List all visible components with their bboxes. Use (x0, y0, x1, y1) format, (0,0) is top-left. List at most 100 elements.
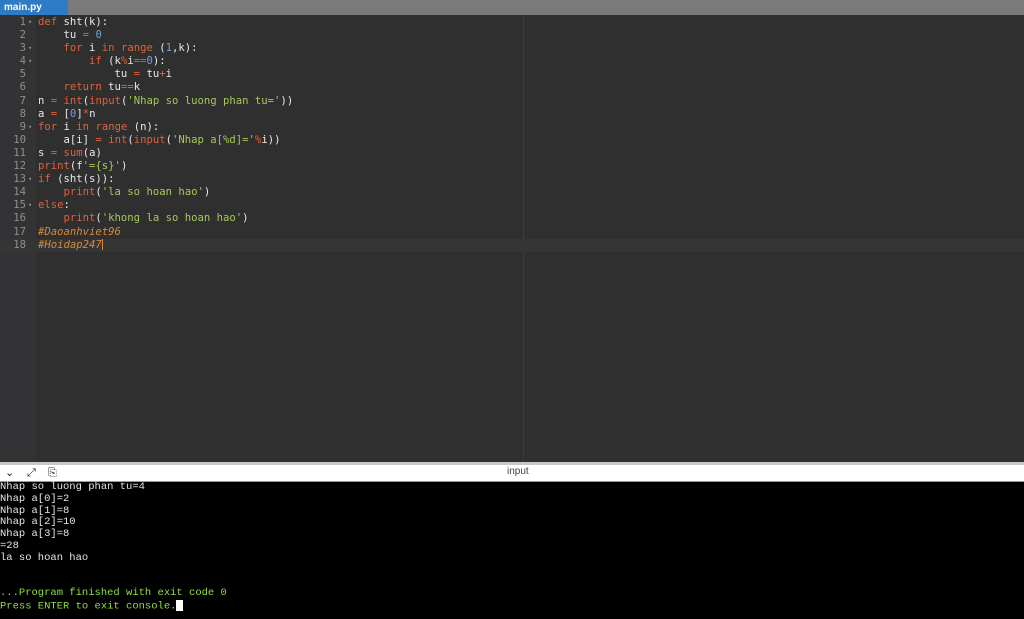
code-token: #Hoidap247 (38, 238, 102, 251)
fold-toggle-icon[interactable]: ▾ (28, 199, 32, 212)
code-text: for i in range (1,k): (38, 42, 198, 55)
code-token: s (38, 146, 51, 159)
line-number: 12 (13, 160, 26, 173)
code-token: i (165, 68, 172, 81)
line-number: 7 (19, 94, 26, 107)
code-token: : (63, 199, 70, 212)
fold-toggle-icon[interactable]: ▾ (28, 16, 32, 29)
code-token: tu (38, 29, 83, 42)
code-line[interactable]: 12 print(f'={s}') (0, 160, 1024, 173)
code-text: else: (38, 199, 70, 212)
copy-icon[interactable]: ⎘ (48, 466, 57, 480)
code-token: ( (152, 42, 166, 55)
code-line[interactable]: 3 ▾ for i in range (1,k): (0, 42, 1024, 55)
code-token: int (108, 133, 128, 146)
code-token: n (89, 107, 96, 120)
code-line[interactable]: 1 ▾ def sht(k): (0, 16, 1024, 29)
tab-main-py[interactable]: main.py (0, 0, 68, 15)
code-line[interactable]: 18 #Hoidap247 (0, 238, 1024, 252)
line-number: 8 (19, 107, 26, 120)
fold-toggle-icon[interactable]: ▾ (28, 121, 32, 134)
code-line[interactable]: 17 #Daoanhviet96 (0, 226, 1024, 239)
code-line[interactable]: 13 ▾ if (sht(s)): (0, 173, 1024, 186)
code-token: i (57, 120, 77, 133)
code-line[interactable]: 10 a[i] = int(input('Nhap a[%d]='%i)) (0, 134, 1024, 147)
fold-toggle-icon[interactable]: ▾ (28, 55, 32, 68)
code-token: int (63, 94, 83, 107)
code-token: n (38, 94, 51, 107)
code-line[interactable]: 14 print('la so hoan hao') (0, 186, 1024, 199)
code-token: k (133, 81, 141, 94)
line-number: 5 (19, 68, 26, 81)
code-lines[interactable]: 1 ▾ def sht(k): 2 tu = 0 3 ▾ for i in range (… (0, 16, 1024, 252)
code-text: #Daoanhviet96 (38, 226, 121, 239)
code-token: [ (57, 107, 70, 120)
code-text: print('la so hoan hao') (38, 186, 211, 199)
code-token: ) (242, 212, 249, 225)
code-line[interactable]: 9 ▾ for i in range (n): (0, 121, 1024, 134)
code-line[interactable]: 5 tu = tu+i (0, 68, 1024, 81)
code-token: a (38, 107, 51, 120)
code-token: for (63, 42, 83, 55)
code-line[interactable]: 16 print('khong la so hoan hao') (0, 212, 1024, 225)
collapse-chevron-icon[interactable]: ⌄ (5, 466, 14, 479)
code-text: a = [0]*n (38, 108, 95, 121)
code-line[interactable]: 15 ▾ else: (0, 199, 1024, 212)
code-line[interactable]: 11 s = sum(a) (0, 147, 1024, 160)
code-line[interactable]: 8 a = [0]*n (0, 108, 1024, 121)
code-token: ) (120, 160, 128, 173)
line-number: 1 (19, 16, 26, 28)
line-number: 2 (19, 29, 26, 42)
text-cursor (101, 239, 103, 251)
code-token: tu (101, 81, 121, 94)
code-text: tu = tu+i (38, 68, 172, 81)
code-text: tu = 0 (38, 29, 102, 42)
console-output[interactable]: Nhap so luong phan tu=4 Nhap a[0]=2 Nhap a… (0, 481, 1024, 619)
code-token: 'la so hoan hao' (101, 186, 204, 199)
line-number: 16 (13, 212, 26, 225)
code-text: a[i] = int(input('Nhap a[%d]='%i)) (38, 133, 281, 147)
code-token: ,k): (172, 42, 198, 55)
code-editor[interactable]: 1 ▾ def sht(k): 2 tu = 0 3 ▾ for i in range (… (0, 15, 1024, 462)
line-number: 14 (13, 186, 26, 199)
code-line[interactable]: 6 return tu==k (0, 81, 1024, 94)
fold-toggle-icon[interactable]: ▾ (28, 42, 32, 55)
code-token: in (76, 120, 90, 133)
console-line: Nhap a[2]=10 (0, 516, 76, 529)
code-token: return (63, 81, 102, 94)
code-token: def (38, 16, 58, 28)
console-line: =28 (0, 539, 19, 552)
line-number: 9 (19, 120, 26, 133)
code-token: (a) (82, 146, 102, 159)
code-line[interactable]: 4 ▾ if (k%i==0): (0, 55, 1024, 68)
line-number: 17 (13, 225, 26, 238)
console-line: la so hoan hao (0, 551, 89, 564)
code-text: def sht(k): (38, 16, 108, 29)
fold-toggle-icon[interactable]: ▾ (28, 173, 32, 186)
code-token: range (120, 42, 153, 55)
code-text: return tu==k (38, 81, 141, 94)
code-token: for (38, 120, 58, 133)
code-line[interactable]: 7 n = int(input('Nhap so luong phan tu=')… (0, 95, 1024, 108)
code-token: else (38, 199, 64, 212)
code-token: 'Nhap so luong phan tu=' (127, 94, 281, 107)
code-token: tu (140, 68, 160, 81)
console-line: Nhap a[3]=8 (0, 528, 70, 541)
code-text: print('khong la so hoan hao') (38, 212, 249, 225)
code-token: input (89, 94, 121, 107)
expand-icon[interactable]: ⤢ (27, 466, 36, 480)
code-token: == (120, 81, 134, 94)
code-token: tu (38, 68, 134, 81)
code-token: 'Nhap a[%d]=' (172, 133, 255, 146)
press-enter-line: Press ENTER to exit console. (0, 599, 1024, 612)
line-number: 11 (13, 146, 26, 159)
code-token: in (101, 42, 115, 55)
code-token: )) (280, 94, 294, 107)
code-line[interactable]: 2 tu = 0 (0, 29, 1024, 42)
